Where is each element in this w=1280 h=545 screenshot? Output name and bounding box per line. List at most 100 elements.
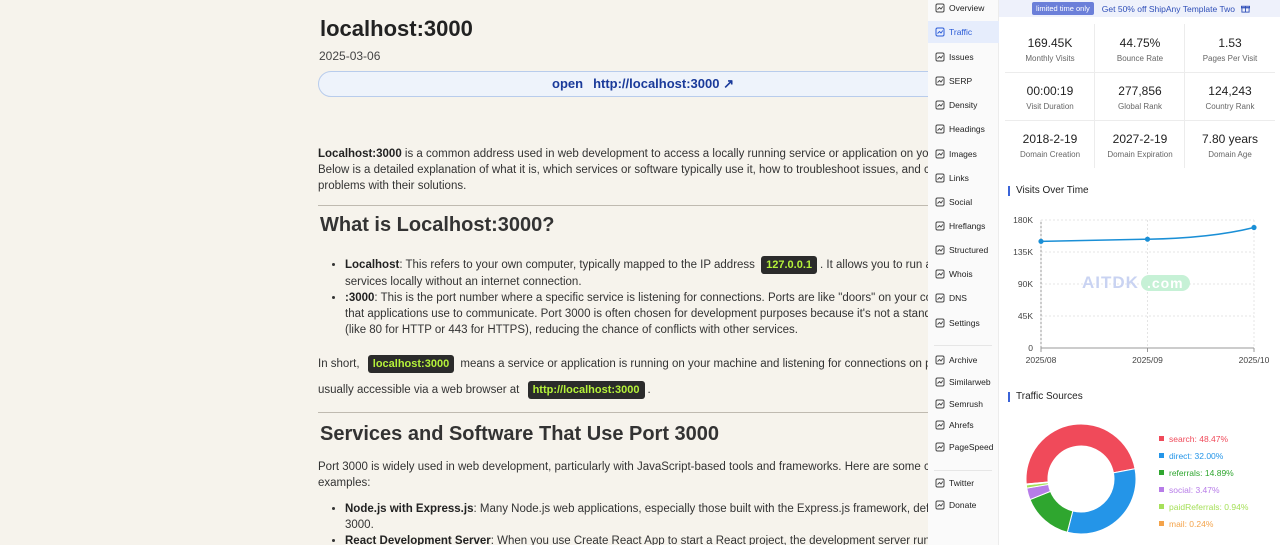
sidebar-item-overview[interactable]: Overview xyxy=(928,0,999,19)
open-url: http://localhost:3000 ↗ xyxy=(593,76,734,91)
analysis-panel: limited time only Get 50% off ShipAny Te… xyxy=(999,0,1280,545)
sidebar-item-images[interactable]: Images xyxy=(928,143,999,165)
stat-label: Domain Age xyxy=(1208,150,1252,159)
sidebar-item-donate[interactable]: Donate xyxy=(928,494,999,516)
heading-services: Services and Software That Use Port 3000 xyxy=(320,423,720,445)
legend-label: referrals: 14.89% xyxy=(1169,467,1234,478)
sidebar-item-pagespeed[interactable]: PageSpeed xyxy=(928,436,999,458)
sidebar-item-whois[interactable]: Whois xyxy=(928,263,999,285)
stat-value: 00:00:19 xyxy=(1026,84,1074,98)
stat-label: Global Rank xyxy=(1117,102,1163,111)
pie-slice[interactable] xyxy=(1066,468,1137,535)
publish-date: 2025-03-06 xyxy=(319,49,381,63)
sidebar-item-dns[interactable]: DNS xyxy=(928,287,999,309)
sidebar-item-structured[interactable]: Structured xyxy=(928,239,999,261)
stat-value: 2027-2-19 xyxy=(1112,132,1168,146)
promo-banner[interactable]: limited time only Get 50% off ShipAny Te… xyxy=(999,0,1280,17)
sidebar-item-archive[interactable]: Archive xyxy=(928,349,999,371)
sidebar-item-twitter[interactable]: Twitter xyxy=(928,472,999,494)
legend-swatch xyxy=(1159,504,1164,509)
summary-line-1: In short, localhost:3000 means a service… xyxy=(318,355,958,373)
sidebar-item-label: Issues xyxy=(949,52,974,62)
sidebar-item-traffic[interactable]: Traffic xyxy=(928,21,999,43)
sidebar-item-label: Links xyxy=(949,173,969,183)
legend-item[interactable]: direct: 32.00% xyxy=(1159,447,1248,464)
y-tick-label: 0 xyxy=(1028,343,1033,353)
bullet-bold: Node.js with Express.js xyxy=(345,503,474,515)
legend-item[interactable]: referrals: 14.89% xyxy=(1159,464,1248,481)
twitter-icon xyxy=(935,478,945,488)
stat-card: 2018-2-19 Domain Creation xyxy=(1005,120,1095,168)
summary-line-2: usually accessible via a web browser at … xyxy=(318,381,958,399)
legend-label: direct: 32.00% xyxy=(1169,450,1224,461)
sidebar-item-label: PageSpeed xyxy=(949,442,994,452)
open-url-button[interactable]: open http://localhost:3000 ↗ xyxy=(318,71,958,97)
overview-icon xyxy=(935,3,945,13)
bullet-bold: Localhost xyxy=(345,259,400,271)
archive-icon xyxy=(935,355,945,365)
promo-badge: limited time only xyxy=(1032,2,1094,15)
legend-item[interactable]: paidReferrals: 0.94% xyxy=(1159,498,1248,515)
stat-card: 169.45K Monthly Visits xyxy=(1005,24,1095,72)
legend-item[interactable]: mail: 0.24% xyxy=(1159,515,1248,532)
definition-list: Localhost: This refers to your own compu… xyxy=(345,256,958,338)
serp-icon xyxy=(935,76,945,86)
sidebar-item-label: Traffic xyxy=(949,27,973,37)
legend-swatch xyxy=(1159,487,1164,492)
sidebar-item-issues[interactable]: Issues xyxy=(928,46,999,68)
legend-item[interactable]: search: 48.47% xyxy=(1159,430,1248,447)
grid-divider xyxy=(1184,24,1185,168)
headings-icon xyxy=(935,124,945,134)
bullet-text: (like 80 for HTTP or 443 for HTTPS), red… xyxy=(345,324,798,336)
legend-label: paidReferrals: 0.94% xyxy=(1169,501,1249,512)
sidebar-item-density[interactable]: Density xyxy=(928,94,999,116)
open-label: open xyxy=(552,76,584,91)
list-item: Localhost: This refers to your own compu… xyxy=(345,256,958,290)
divider xyxy=(318,412,958,413)
sidebar-item-ahrefs[interactable]: Ahrefs xyxy=(928,414,999,436)
intro-text: is a common address used in web developm… xyxy=(401,148,958,160)
traffic-legend: search: 48.47% direct: 32.00% referrals: 1… xyxy=(1159,430,1248,532)
bullet-text: 3000. xyxy=(345,519,374,531)
sidebar-item-hreflangs[interactable]: Hreflangs xyxy=(928,215,999,237)
summary-text: . xyxy=(647,384,651,396)
services-text: Port 3000 is widely used in web developm… xyxy=(318,461,958,473)
legend-swatch xyxy=(1159,453,1164,458)
legend-swatch xyxy=(1159,521,1164,526)
sidebar-item-label: Similarweb xyxy=(949,377,991,387)
sidebar-item-settings[interactable]: Settings xyxy=(928,312,999,334)
similarweb-icon xyxy=(935,377,945,387)
social-icon xyxy=(935,197,945,207)
data-point xyxy=(1251,224,1257,231)
sidebar-item-headings[interactable]: Headings xyxy=(928,118,999,140)
bullet-text: : Many Node.js web applications, especia… xyxy=(473,503,958,515)
sidebar-item-label: Images xyxy=(949,149,977,159)
sidebar-item-label: Density xyxy=(949,100,978,110)
traffic-icon xyxy=(935,27,945,37)
y-tick-label: 135K xyxy=(1013,247,1033,257)
code-url: http://localhost:3000 xyxy=(527,381,645,399)
bullet-text: services locally without an internet con… xyxy=(345,276,582,288)
issues-icon xyxy=(935,52,945,62)
sidebar-item-links[interactable]: Links xyxy=(928,167,999,189)
stat-label: Visit Duration xyxy=(1026,102,1074,111)
sidebar-item-serp[interactable]: SERP xyxy=(928,70,999,92)
sidebar-item-social[interactable]: Social xyxy=(928,191,999,213)
legend-label: social: 3.47% xyxy=(1169,484,1220,495)
sidebar-item-label: Headings xyxy=(949,124,985,134)
stat-value: 169.45K xyxy=(1027,36,1073,50)
bullet-text: : This is the port number where a specif… xyxy=(374,292,958,304)
heading-what: What is Localhost:3000? xyxy=(320,214,555,236)
x-tick-label: 2025/09 xyxy=(1132,355,1163,365)
intro-paragraph: Localhost:3000 is a common address used … xyxy=(318,146,958,194)
legend-item[interactable]: social: 3.47% xyxy=(1159,481,1248,498)
sources-title: Traffic Sources xyxy=(1008,392,1083,402)
services-text-2: examples: xyxy=(318,477,371,489)
sidebar-item-semrush[interactable]: Semrush xyxy=(928,393,999,415)
nav-divider xyxy=(934,345,992,346)
sidebar-item-similarweb[interactable]: Similarweb xyxy=(928,371,999,393)
legend-label: mail: 0.24% xyxy=(1169,518,1214,529)
sidebar-item-label: Ahrefs xyxy=(949,420,974,430)
page-title: localhost:3000 xyxy=(320,16,473,41)
sidebar-item-label: Donate xyxy=(949,500,977,510)
